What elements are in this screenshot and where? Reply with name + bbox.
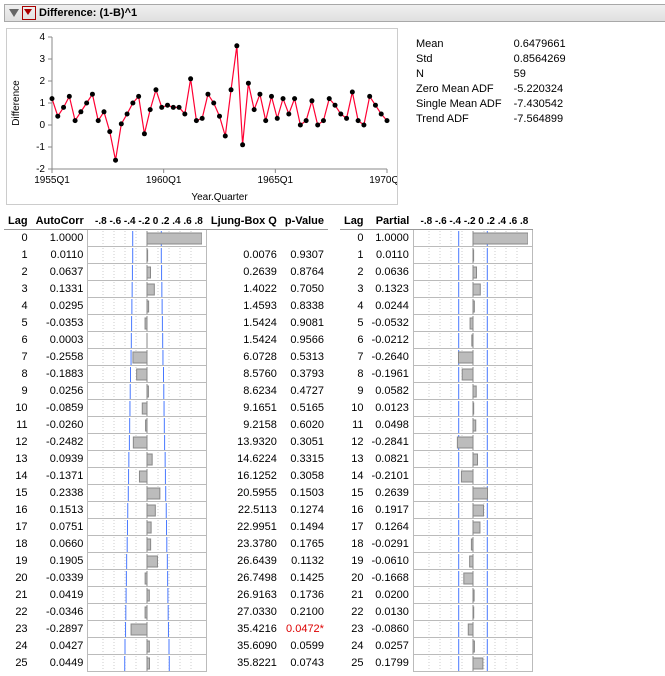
stat-value: 0.6479661: [514, 38, 576, 51]
table-row: 40.0244: [340, 298, 532, 315]
table-row: 60.00031.54240.9566: [4, 332, 328, 349]
col-lag2: Lag: [340, 213, 368, 230]
table-row: 5-0.03531.54240.9081: [4, 315, 328, 332]
table-row: 01.0000: [340, 230, 532, 247]
table-row: 190.190526.64390.1132: [4, 553, 328, 570]
table-row: 22-0.034627.03300.2100: [4, 604, 328, 621]
svg-text:Difference: Difference: [11, 80, 22, 126]
section-header: Difference: (1-B)^1: [4, 4, 665, 22]
svg-text:1960Q1: 1960Q1: [146, 175, 182, 186]
section-title: Difference: (1-B)^1: [39, 7, 137, 19]
table-row: 90.02568.62340.4727: [4, 383, 328, 400]
table-row: 210.0200: [340, 587, 532, 604]
stat-label: Std: [416, 53, 512, 66]
svg-text:-2: -2: [36, 164, 45, 175]
table-row: 8-0.18838.57600.3793: [4, 366, 328, 383]
stat-value: -7.430542: [514, 98, 576, 111]
col-corrplot2: -.8 -.6 -.4 -.2 0 .2 .4 .6 .8: [413, 213, 532, 230]
table-row: 23-0.289735.42160.0472*: [4, 621, 328, 638]
table-row: 40.02951.45930.8338: [4, 298, 328, 315]
table-row: 10.0110: [340, 247, 532, 264]
table-row: 5-0.0532: [340, 315, 532, 332]
stat-value: 59: [514, 68, 576, 81]
table-row: 160.151322.51130.1274: [4, 502, 328, 519]
svg-text:1: 1: [39, 98, 45, 109]
table-row: 210.041926.91630.1736: [4, 587, 328, 604]
table-row: 18-0.0291: [340, 536, 532, 553]
table-row: 14-0.2101: [340, 468, 532, 485]
svg-text:2: 2: [39, 76, 45, 87]
table-row: 30.1323: [340, 281, 532, 298]
table-row: 100.0123: [340, 400, 532, 417]
col-pvalue: p-Value: [281, 213, 328, 230]
table-row: 110.0498: [340, 417, 532, 434]
table-row: 20-0.1668: [340, 570, 532, 587]
difference-chart: -2 -1 0 1 2 3 4 1955Q1 1960Q1 1965Q1 1970Q1 Year.Qu…: [6, 28, 398, 205]
table-row: 14-0.137116.12520.3058: [4, 468, 328, 485]
svg-text:1970Q1: 1970Q1: [369, 175, 398, 186]
stat-label: Zero Mean ADF: [416, 83, 512, 96]
col-ljung: Ljung-Box Q: [207, 213, 281, 230]
stat-label: Trend ADF: [416, 113, 512, 126]
table-row: 90.0582: [340, 383, 532, 400]
stats-panel: Mean0.6479661 Std0.8564269 N59 Zero Mean…: [414, 28, 578, 205]
table-row: 20.06370.26390.8764: [4, 264, 328, 281]
table-row: 150.233820.59550.1503: [4, 485, 328, 502]
svg-text:Year.Quarter: Year.Quarter: [191, 192, 248, 203]
stat-label: N: [416, 68, 512, 81]
table-row: 10-0.08599.16510.5165: [4, 400, 328, 417]
table-row: 7-0.2640: [340, 349, 532, 366]
table-row: 12-0.248213.93200.3051: [4, 434, 328, 451]
stat-value: 0.8564269: [514, 53, 576, 66]
col-lag: Lag: [4, 213, 32, 230]
table-row: 7-0.25586.07280.5313: [4, 349, 328, 366]
svg-text:-1: -1: [36, 142, 45, 153]
table-row: 30.13311.40220.7050: [4, 281, 328, 298]
table-row: 130.093914.62240.3315: [4, 451, 328, 468]
table-row: 10.01100.00760.9307: [4, 247, 328, 264]
table-row: 23-0.0860: [340, 621, 532, 638]
table-row: 160.1917: [340, 502, 532, 519]
table-row: 240.0257: [340, 638, 532, 655]
svg-text:0: 0: [39, 120, 45, 131]
table-row: 170.075122.99510.1494: [4, 519, 328, 536]
col-corrplot: -.8 -.6 -.4 -.2 0 .2 .4 .6 .8: [88, 213, 207, 230]
table-row: 220.0130: [340, 604, 532, 621]
stat-label: Mean: [416, 38, 512, 51]
table-row: 180.066023.37800.1765: [4, 536, 328, 553]
stat-value: -7.564899: [514, 113, 576, 126]
svg-text:1955Q1: 1955Q1: [34, 175, 70, 186]
table-row: 19-0.0610: [340, 553, 532, 570]
table-row: 11-0.02609.21580.6020: [4, 417, 328, 434]
table-row: 170.1264: [340, 519, 532, 536]
table-row: 6-0.0212: [340, 332, 532, 349]
col-autocorr: AutoCorr: [32, 213, 88, 230]
table-row: 240.042735.60900.0599: [4, 638, 328, 655]
table-row: 250.1799: [340, 655, 532, 672]
table-row: 20.0636: [340, 264, 532, 281]
svg-text:3: 3: [39, 54, 45, 65]
table-row: 8-0.1961: [340, 366, 532, 383]
autocorr-tables: Lag AutoCorr -.8 -.6 -.4 -.2 0 .2 .4 .6 …: [4, 213, 665, 672]
col-partial: Partial: [368, 213, 414, 230]
table-row: 20-0.033926.74980.1425: [4, 570, 328, 587]
svg-text:4: 4: [39, 32, 45, 43]
menu-button[interactable]: [22, 6, 36, 20]
svg-text:1965Q1: 1965Q1: [258, 175, 294, 186]
table-row: 130.0821: [340, 451, 532, 468]
stat-label: Single Mean ADF: [416, 98, 512, 111]
table-row: 150.2639: [340, 485, 532, 502]
disclose-icon[interactable]: [9, 9, 19, 17]
table-row: 12-0.2841: [340, 434, 532, 451]
stat-value: -5.220324: [514, 83, 576, 96]
table-row: 01.0000: [4, 230, 328, 247]
table-row: 250.044935.82210.0743: [4, 655, 328, 672]
